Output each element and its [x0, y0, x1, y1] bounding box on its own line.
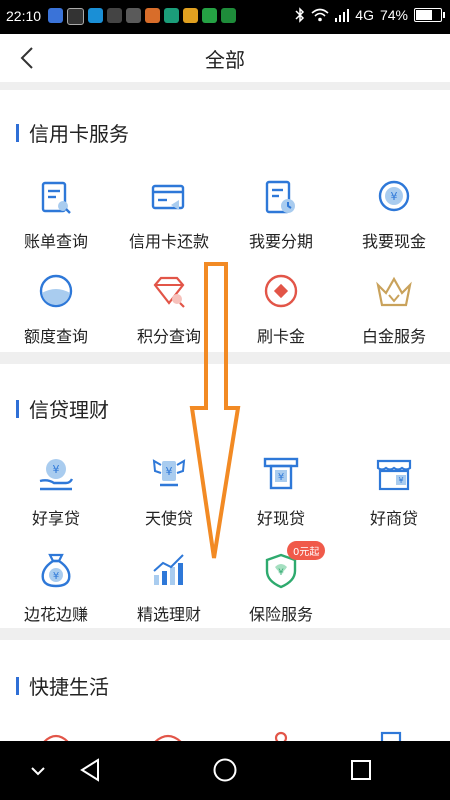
app-notification-icon	[126, 8, 141, 23]
item-label: 好享贷	[31, 509, 80, 528]
app-notification-icon	[107, 8, 122, 23]
promo-badge: 0元起	[287, 541, 326, 560]
item-label: 我要分期	[248, 232, 313, 251]
svg-text:¥: ¥	[391, 190, 398, 203]
card-repay-icon	[149, 178, 189, 218]
item-label: 白金服务	[361, 327, 426, 346]
status-time: 22:10	[6, 8, 42, 24]
money-bag-icon: ¥	[36, 551, 76, 591]
section-accent-bar	[16, 399, 19, 418]
svg-text:¥: ¥	[278, 472, 284, 483]
item-label: 额度查询	[23, 327, 88, 346]
battery-icon	[414, 8, 445, 22]
app-notification-icon	[202, 8, 217, 23]
wifi-icon	[311, 8, 329, 22]
item-installment[interactable]: 我要分期	[225, 178, 337, 252]
loan-hand-icon: ¥	[36, 455, 76, 495]
item-cash[interactable]: ¥ 我要现金	[338, 178, 450, 252]
battery-percent: 74%	[379, 7, 408, 23]
divider	[0, 628, 450, 640]
app-notification-icon	[164, 8, 179, 23]
app-notification-icon	[88, 8, 103, 23]
item-label: 我要现金	[361, 232, 426, 251]
item-spend-earn[interactable]: ¥ 边花边赚	[0, 551, 112, 625]
back-icon[interactable]	[78, 757, 102, 783]
crown-icon	[374, 273, 414, 313]
item-shop-loan[interactable]: ¥ 好商贷	[338, 455, 450, 529]
item-label: 好商贷	[369, 509, 418, 528]
shop-loan-icon: ¥	[374, 455, 414, 495]
bill-query-icon	[36, 178, 76, 218]
svg-text:¥: ¥	[53, 571, 59, 582]
installment-icon	[261, 178, 301, 218]
svg-text:¥: ¥	[166, 465, 173, 478]
home-icon[interactable]	[212, 757, 238, 783]
section-title-text: 信贷理财	[29, 398, 109, 422]
app-notification-icon	[183, 8, 198, 23]
item-limit-query[interactable]: 额度查询	[0, 273, 112, 347]
item-label: 保险服务	[248, 605, 313, 624]
section-accent-bar	[16, 676, 19, 695]
divider	[0, 82, 450, 90]
points-query-icon	[149, 273, 189, 313]
page-title: 全部	[205, 48, 245, 72]
angel-loan-icon: ¥	[149, 455, 189, 495]
item-haoxiang-loan[interactable]: ¥ 好享贷	[0, 455, 112, 529]
section-title-loans: 信贷理财	[16, 394, 109, 423]
app-notification-icon	[145, 8, 160, 23]
swipe-reward-icon	[261, 273, 301, 313]
shield-icon: ¥ 0元起	[261, 541, 326, 591]
app-notification-icon	[67, 8, 84, 25]
item-bill-query[interactable]: 账单查询	[0, 178, 112, 252]
status-bar: 22:10 4G 74%	[0, 0, 450, 34]
top-nav: 全部	[0, 34, 450, 82]
section-accent-bar	[16, 123, 19, 142]
svg-text:¥: ¥	[53, 463, 60, 476]
svg-text:¥: ¥	[278, 568, 284, 578]
section-title-text: 快捷生活	[29, 675, 109, 699]
status-right: 4G 74%	[295, 7, 445, 23]
cash-loan-icon: ¥	[261, 455, 301, 495]
signal-icon	[335, 9, 350, 22]
down-arrow-annotation	[189, 262, 241, 559]
section-title-quick-life: 快捷生活	[16, 671, 109, 700]
section-title-credit-card: 信用卡服务	[16, 118, 129, 147]
bar-chart-icon	[149, 551, 189, 591]
app-notification-icon	[221, 8, 236, 23]
section-title-text: 信用卡服务	[29, 122, 129, 146]
item-label: 信用卡还款	[128, 232, 209, 251]
bluetooth-icon	[295, 7, 305, 23]
limit-query-icon	[36, 273, 76, 313]
item-label: 精选理财	[136, 605, 201, 624]
svg-text:¥: ¥	[398, 476, 403, 485]
recents-icon[interactable]	[350, 759, 372, 781]
app-notification-icon	[48, 8, 63, 23]
network-type: 4G	[355, 7, 374, 23]
notification-icons	[48, 8, 236, 25]
chevron-down-icon[interactable]	[28, 761, 48, 781]
cash-icon: ¥	[374, 178, 414, 218]
system-nav-bar	[0, 741, 450, 800]
item-platinum[interactable]: 白金服务	[338, 273, 450, 347]
item-label: 账单查询	[23, 232, 88, 251]
item-card-repay[interactable]: 信用卡还款	[113, 178, 225, 252]
item-label: 边花边赚	[23, 605, 88, 624]
